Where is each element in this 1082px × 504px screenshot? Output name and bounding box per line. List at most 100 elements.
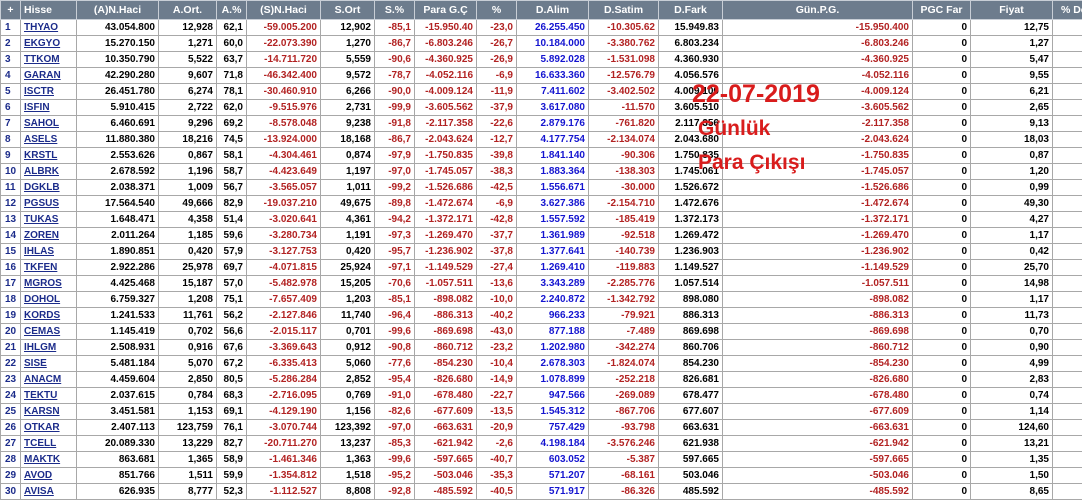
stock-symbol[interactable]: ASELS	[20, 131, 77, 148]
table-row[interactable]: 5 ISCTR 26.451.780 6,274 78,1 -30.460.910 6,26…	[0, 83, 1082, 100]
table-row[interactable]: 17 MGROS 4.425.468 15,187 57,0 -5.482.978 15,2…	[0, 275, 1082, 292]
table-row[interactable]: 24 TEKTU 2.037.615 0,784 68,3 -2.716.095 0,769…	[0, 387, 1082, 404]
table-row[interactable]: 25 KARSN 3.451.581 1,153 69,1 -4.129.190 1,156…	[0, 403, 1082, 420]
row-index: 6	[0, 99, 21, 116]
table-row[interactable]: 11 DGKLB 2.038.371 1,009 56,7 -3.565.057 1,011…	[0, 179, 1082, 196]
stock-symbol[interactable]: THYAO	[20, 19, 77, 36]
stock-symbol[interactable]: KORDS	[20, 307, 77, 324]
stock-symbol[interactable]: MAKTK	[20, 451, 77, 468]
table-row[interactable]: 9 KRSTL 2.553.626 0,867 58,1 -4.304.461 0,874-…	[0, 147, 1082, 164]
table-row[interactable]: 4 GARAN 42.290.280 9,607 71,8 -46.342.400 9,57…	[0, 67, 1082, 84]
table-row[interactable]: 14 ZOREN 2.011.264 1,185 59,6 -3.280.734 1,191…	[0, 227, 1082, 244]
flow-pct: -40,5	[476, 483, 517, 500]
change-pct-header[interactable]: % Değişim	[1052, 0, 1082, 20]
money-flow: -485.592	[414, 483, 477, 500]
stock-symbol[interactable]: OTKAR	[20, 419, 77, 436]
table-row[interactable]: 7 SAHOL 6.460.691 9,296 69,2 -8.578.048 9,238-…	[0, 115, 1082, 132]
sell-avg-header[interactable]: S.Ort	[320, 0, 375, 20]
sell-pct: -99,9	[374, 99, 415, 116]
stock-symbol[interactable]: ISFIN	[20, 99, 77, 116]
stock-symbol[interactable]: TCELL	[20, 435, 77, 452]
stock-symbol[interactable]: ANACM	[20, 371, 77, 388]
table-row[interactable]: 16 TKFEN 2.922.286 25,978 69,7 -4.071.815 25,9…	[0, 259, 1082, 276]
table-row[interactable]: 19 KORDS 1.241.533 11,761 56,2 -2.127.846 11,7…	[0, 307, 1082, 324]
table-row[interactable]: 22 SISE 5.481.184 5,070 67,2 -6.335.413 5,060-…	[0, 355, 1082, 372]
d-diff: 2.043.680	[658, 131, 723, 148]
stock-symbol[interactable]: IHLGM	[20, 339, 77, 356]
d-sell: -252.218	[588, 371, 659, 388]
pgc-diff: 0	[912, 355, 971, 372]
stock-symbol[interactable]: TEKTU	[20, 387, 77, 404]
d-diff-header[interactable]: D.Fark	[658, 0, 723, 20]
table-row[interactable]: 26 OTKAR 2.407.113 123,759 76,1 -3.070.744 123…	[0, 419, 1082, 436]
d-buy-header[interactable]: D.Alim	[516, 0, 589, 20]
sell-volume: -14.711.720	[246, 51, 321, 68]
sell-volume-header[interactable]: (S)N.Haci	[246, 0, 321, 20]
flow-pct-header[interactable]: %	[476, 0, 517, 20]
price-header[interactable]: Fiyat	[970, 0, 1053, 20]
table-row[interactable]: 27 TCELL 20.089.330 13,229 82,7 -20.711.270 13…	[0, 435, 1082, 452]
stock-symbol[interactable]: AVISA	[20, 483, 77, 500]
table-row[interactable]: 8 ASELS 11.880.380 18,216 74,5 -13.924.000 18,…	[0, 131, 1082, 148]
table-row[interactable]: 28 MAKTK 863.681 1,365 58,9 -1.461.346 1,363 -9…	[0, 451, 1082, 468]
stock-symbol[interactable]: CEMAS	[20, 323, 77, 340]
stock-symbol[interactable]: TUKAS	[20, 211, 77, 228]
stock-symbol[interactable]: ALBRK	[20, 163, 77, 180]
stock-symbol[interactable]: PGSUS	[20, 195, 77, 212]
sell-volume: -19.037.210	[246, 195, 321, 212]
stock-symbol[interactable]: TTKOM	[20, 51, 77, 68]
money-flow-header[interactable]: Para G.Ç	[414, 0, 477, 20]
sell-avg: 12,902	[320, 19, 375, 36]
sell-pct: -97,9	[374, 147, 415, 164]
daily-money-flow: -1.745.057	[722, 163, 913, 180]
daily-money-flow-header[interactable]: Gün.P.G.	[722, 0, 913, 20]
pgc-diff-header[interactable]: PGC Far	[912, 0, 971, 20]
stock-symbol[interactable]: KRSTL	[20, 147, 77, 164]
stock-symbol[interactable]: EKGYO	[20, 35, 77, 52]
table-row[interactable]: 1 THYAO 43.054.800 12,928 62,1 -59.005.200 12,…	[0, 19, 1082, 36]
stock-symbol[interactable]: SISE	[20, 355, 77, 372]
stock-symbol[interactable]: GARAN	[20, 67, 77, 84]
sell-pct-header[interactable]: S.%	[374, 0, 415, 20]
buy-avg-header[interactable]: A.Ort.	[158, 0, 217, 20]
sort-plus-header[interactable]: +	[0, 0, 21, 20]
stock-symbol[interactable]: DGKLB	[20, 179, 77, 196]
sell-pct: -97,0	[374, 163, 415, 180]
change-pct: -1,83	[1052, 115, 1082, 132]
price: 1,35	[970, 451, 1053, 468]
d-buy: 1.361.989	[516, 227, 589, 244]
symbol-header[interactable]: Hisse	[20, 0, 77, 20]
daily-money-flow: -1.269.470	[722, 227, 913, 244]
buy-pct: 74,5	[216, 131, 247, 148]
table-row[interactable]: 12 PGSUS 17.564.540 49,666 82,9 -19.037.210 49…	[0, 195, 1082, 212]
stock-symbol[interactable]: ISCTR	[20, 83, 77, 100]
buy-pct-header[interactable]: A.%	[216, 0, 247, 20]
table-row[interactable]: 15 IHLAS 1.890.851 0,420 57,9 -3.127.753 0,420…	[0, 243, 1082, 260]
d-diff: 1.472.676	[658, 195, 723, 212]
table-row[interactable]: 30 AVISA 626.935 8,777 52,3 -1.112.527 8,808 -9…	[0, 483, 1082, 500]
table-row[interactable]: 21 IHLGM 2.508.931 0,916 67,6 -3.369.643 0,912…	[0, 339, 1082, 356]
stock-symbol[interactable]: MGROS	[20, 275, 77, 292]
table-row[interactable]: 29 AVOD 851.766 1,511 59,9 -1.354.812 1,518 -95…	[0, 467, 1082, 484]
table-row[interactable]: 6 ISFIN 5.910.415 2,722 62,0 -9.515.976 2,731-…	[0, 99, 1082, 116]
table-row[interactable]: 2 EKGYO 15.270.150 1,271 60,0 -22.073.390 1,27…	[0, 35, 1082, 52]
table-row[interactable]: 3 TTKOM 10.350.790 5,522 63,7 -14.711.720 5,55…	[0, 51, 1082, 68]
table-row[interactable]: 18 DOHOL 6.759.327 1,208 75,1 -7.657.409 1,203…	[0, 291, 1082, 308]
stock-symbol[interactable]: DOHOL	[20, 291, 77, 308]
stock-symbol[interactable]: SAHOL	[20, 115, 77, 132]
stock-symbol[interactable]: IHLAS	[20, 243, 77, 260]
table-row[interactable]: 20 CEMAS 1.145.419 0,702 56,6 -2.015.117 0,701…	[0, 323, 1082, 340]
change-pct: -3,99	[1052, 99, 1082, 116]
d-sell-header[interactable]: D.Satim	[588, 0, 659, 20]
buy-volume-header[interactable]: (A)N.Haci	[76, 0, 159, 20]
stock-symbol[interactable]: TKFEN	[20, 259, 77, 276]
sell-volume: -22.073.390	[246, 35, 321, 52]
table-row[interactable]: 13 TUKAS 1.648.471 4,358 51,4 -3.020.641 4,361…	[0, 211, 1082, 228]
table-row[interactable]: 23 ANACM 4.459.604 2,850 80,5 -5.286.284 2,852…	[0, 371, 1082, 388]
stock-symbol[interactable]: AVOD	[20, 467, 77, 484]
table-row[interactable]: 10 ALBRK 2.678.592 1,196 58,7 -4.423.649 1,197…	[0, 163, 1082, 180]
buy-pct: 82,9	[216, 195, 247, 212]
stock-symbol[interactable]: ZOREN	[20, 227, 77, 244]
change-pct: -2,95	[1052, 211, 1082, 228]
stock-symbol[interactable]: KARSN	[20, 403, 77, 420]
